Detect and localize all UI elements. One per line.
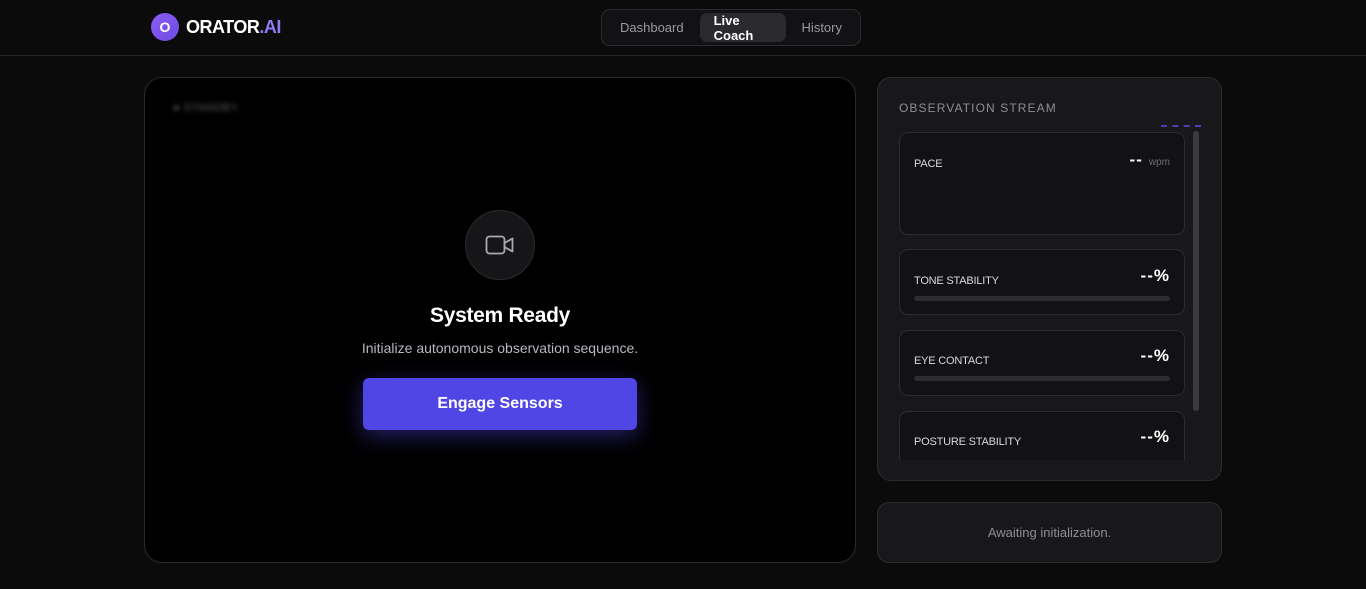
brand[interactable]: O ORATOR .AI bbox=[151, 13, 281, 41]
metric-label: EYE CONTACT bbox=[914, 355, 990, 367]
standby-badge: ● STANDBY bbox=[173, 102, 239, 114]
progress-bar bbox=[914, 376, 1170, 381]
ready-subtitle: Initialize autonomous observation sequen… bbox=[361, 340, 639, 356]
tab-dashboard[interactable]: Dashboard bbox=[606, 13, 698, 42]
metrics-scroll-area[interactable]: PACE -- wpm TONE STABILITY --% EYE CONTAC… bbox=[899, 132, 1187, 460]
metric-label: POSTURE STABILITY bbox=[914, 436, 1022, 448]
metric-card-posture-stability: POSTURE STABILITY --% bbox=[899, 411, 1185, 460]
metric-value: --% bbox=[1140, 266, 1170, 285]
camera-stage: ● STANDBY System Ready Initialize autono… bbox=[144, 77, 856, 563]
metric-value: --% bbox=[1140, 346, 1170, 365]
ready-title: System Ready bbox=[430, 304, 570, 327]
camera-placeholder bbox=[465, 210, 535, 280]
metric-card-tone-stability: TONE STABILITY --% bbox=[899, 249, 1185, 315]
status-text: Awaiting initialization. bbox=[987, 525, 1112, 540]
metric-value: -- wpm bbox=[1130, 150, 1170, 170]
panel-scrollbar[interactable] bbox=[1193, 131, 1199, 411]
tab-history[interactable]: History bbox=[788, 13, 856, 42]
metric-label: TONE STABILITY bbox=[914, 275, 999, 287]
top-navbar: O ORATOR .AI Dashboard Live Coach History bbox=[0, 0, 1366, 56]
pace-unit: wpm bbox=[1148, 157, 1170, 168]
video-camera-icon bbox=[485, 235, 514, 255]
brand-name: ORATOR bbox=[186, 16, 260, 37]
brand-suffix: .AI bbox=[259, 16, 281, 37]
activity-indicator bbox=[1161, 125, 1201, 127]
pace-value: -- bbox=[1129, 150, 1143, 169]
metric-value: --% bbox=[1140, 427, 1170, 446]
progress-bar bbox=[914, 296, 1170, 301]
metric-card-pace: PACE -- wpm bbox=[899, 132, 1185, 235]
observation-panel: OBSERVATION STREAM PACE -- wpm TONE STABI… bbox=[877, 77, 1222, 481]
observation-title: OBSERVATION STREAM bbox=[899, 101, 1057, 115]
metric-label: PACE bbox=[914, 158, 943, 170]
status-message: Awaiting initialization. bbox=[877, 502, 1222, 563]
metric-card-eye-contact: EYE CONTACT --% bbox=[899, 330, 1185, 396]
main-nav: Dashboard Live Coach History bbox=[601, 9, 861, 46]
engage-sensors-button[interactable]: Engage Sensors bbox=[363, 378, 637, 430]
brand-logo-icon: O bbox=[151, 13, 179, 41]
tab-live-coach[interactable]: Live Coach bbox=[699, 13, 786, 43]
